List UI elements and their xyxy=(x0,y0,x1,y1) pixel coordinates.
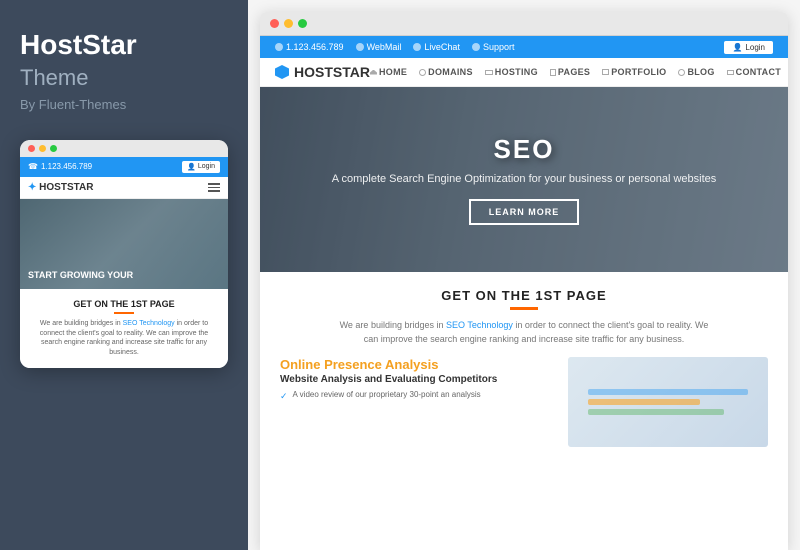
hosting-icon xyxy=(485,70,493,75)
nav-blog[interactable]: BLOG xyxy=(678,67,714,77)
site-topbar-left: 1.123.456.789 WebMail LiveChat Support xyxy=(275,42,514,52)
mobile-content-title: GET ON THE 1ST PAGE xyxy=(30,299,218,309)
mobile-dot-green xyxy=(50,145,57,152)
blog-icon xyxy=(678,69,685,76)
home-icon xyxy=(370,70,377,75)
nav-home[interactable]: HOME xyxy=(370,67,407,77)
hero-main-title: SEO xyxy=(332,134,717,165)
mobile-dot-red xyxy=(28,145,35,152)
content-description: We are building bridges in SEO Technolog… xyxy=(334,318,714,347)
browser-chrome xyxy=(260,12,788,36)
mobile-phone-number: ☎ 1.123.456.789 xyxy=(28,162,92,171)
phone-icon: ☎ xyxy=(28,162,38,171)
mobile-dot-yellow xyxy=(39,145,46,152)
mobile-browser-bar xyxy=(20,140,228,157)
mobile-content-text: We are building bridges in SEO Technolog… xyxy=(30,319,218,358)
mobile-preview: ☎ 1.123.456.789 👤 Login ✦ HOSTSTAR START… xyxy=(20,140,228,368)
browser-dot-green xyxy=(298,19,307,28)
mobile-content-divider xyxy=(114,312,134,314)
theme-subtitle: Theme xyxy=(20,65,228,91)
content-left-column: Online Presence Analysis Website Analysi… xyxy=(280,357,552,447)
phone-icon xyxy=(275,43,283,51)
mobile-hero: START GROWING YOUR xyxy=(20,199,228,289)
preview-bar-1 xyxy=(588,389,748,395)
mobile-login-button[interactable]: 👤 Login xyxy=(182,161,220,173)
portfolio-icon xyxy=(602,69,609,75)
preview-bar-3 xyxy=(588,409,724,415)
mobile-top-bar: ☎ 1.123.456.789 👤 Login xyxy=(20,157,228,177)
hero-text-content: SEO A complete Search Engine Optimizatio… xyxy=(332,134,717,225)
content-feature-title: Website Analysis and Evaluating Competit… xyxy=(280,374,552,385)
topbar-livechat[interactable]: LiveChat xyxy=(413,42,460,52)
mobile-content: GET ON THE 1ST PAGE We are building brid… xyxy=(20,289,228,368)
browser-content: 1.123.456.789 WebMail LiveChat Support xyxy=(260,36,788,550)
logo-hexagon-icon xyxy=(275,65,289,79)
browser-dot-red xyxy=(270,19,279,28)
topbar-webmail[interactable]: WebMail xyxy=(356,42,402,52)
preview-screenshot xyxy=(568,357,768,447)
site-content: GET ON THE 1ST PAGE We are building brid… xyxy=(260,272,788,550)
preview-bars xyxy=(588,389,748,415)
nav-contact[interactable]: CONTACT xyxy=(727,67,781,77)
checkmark-icon: ✓ xyxy=(280,390,288,403)
hero-subtitle: A complete Search Engine Optimization fo… xyxy=(332,173,717,185)
site-nav-links: HOME DOMAINS HOSTING PAGES xyxy=(370,67,781,77)
mobile-nav: ✦ HOSTSTAR xyxy=(20,177,228,199)
user-icon: 👤 xyxy=(732,43,742,52)
site-logo: HOSTSTAR xyxy=(275,64,370,80)
user-icon: 👤 xyxy=(187,163,196,171)
desktop-browser: 1.123.456.789 WebMail LiveChat Support xyxy=(260,12,788,550)
domains-icon xyxy=(419,69,426,76)
right-panel: 1.123.456.789 WebMail LiveChat Support xyxy=(248,0,800,550)
left-panel: HostStar Theme By Fluent-Themes ☎ 1.123.… xyxy=(0,0,248,550)
topbar-phone: 1.123.456.789 xyxy=(275,42,344,52)
site-login-button[interactable]: 👤 Login xyxy=(724,41,773,54)
browser-dot-yellow xyxy=(284,19,293,28)
contact-icon xyxy=(727,70,734,75)
mobile-logo: ✦ HOSTSTAR xyxy=(28,182,93,193)
nav-portfolio[interactable]: PORTFOLIO xyxy=(602,67,666,77)
content-right-preview xyxy=(568,357,768,447)
nav-hosting[interactable]: HOSTING xyxy=(485,67,538,77)
nav-domains[interactable]: DOMAINS xyxy=(419,67,473,77)
chat-icon xyxy=(413,43,421,51)
content-section-title: GET ON THE 1ST PAGE xyxy=(280,288,768,303)
hero-cta-button[interactable]: LEARN MORE xyxy=(469,199,580,225)
content-section-subtitle: Online Presence Analysis xyxy=(280,357,552,372)
content-two-column: Online Presence Analysis Website Analysi… xyxy=(280,357,768,447)
content-feature-item: ✓ A video review of our proprietary 30-p… xyxy=(280,389,552,403)
mail-icon xyxy=(356,43,364,51)
mobile-logo-dark: STAR xyxy=(67,182,93,193)
nav-pages[interactable]: PAGES xyxy=(550,67,590,77)
topbar-support[interactable]: Support xyxy=(472,42,515,52)
mobile-hamburger-icon[interactable] xyxy=(208,183,220,192)
theme-author: By Fluent-Themes xyxy=(20,97,228,112)
pages-icon xyxy=(550,69,556,76)
content-divider xyxy=(510,307,538,310)
site-navbar: HOSTSTAR HOME DOMAINS HOSTING xyxy=(260,58,788,87)
theme-title: HostStar xyxy=(20,30,228,61)
site-logo-text: HOSTSTAR xyxy=(294,64,370,80)
mobile-logo-blue: HOST xyxy=(39,182,67,193)
support-icon xyxy=(472,43,480,51)
site-hero: SEO A complete Search Engine Optimizatio… xyxy=(260,87,788,272)
site-topbar: 1.123.456.789 WebMail LiveChat Support xyxy=(260,36,788,58)
mobile-hero-text: START GROWING YOUR xyxy=(28,270,133,281)
preview-bar-2 xyxy=(588,399,700,405)
